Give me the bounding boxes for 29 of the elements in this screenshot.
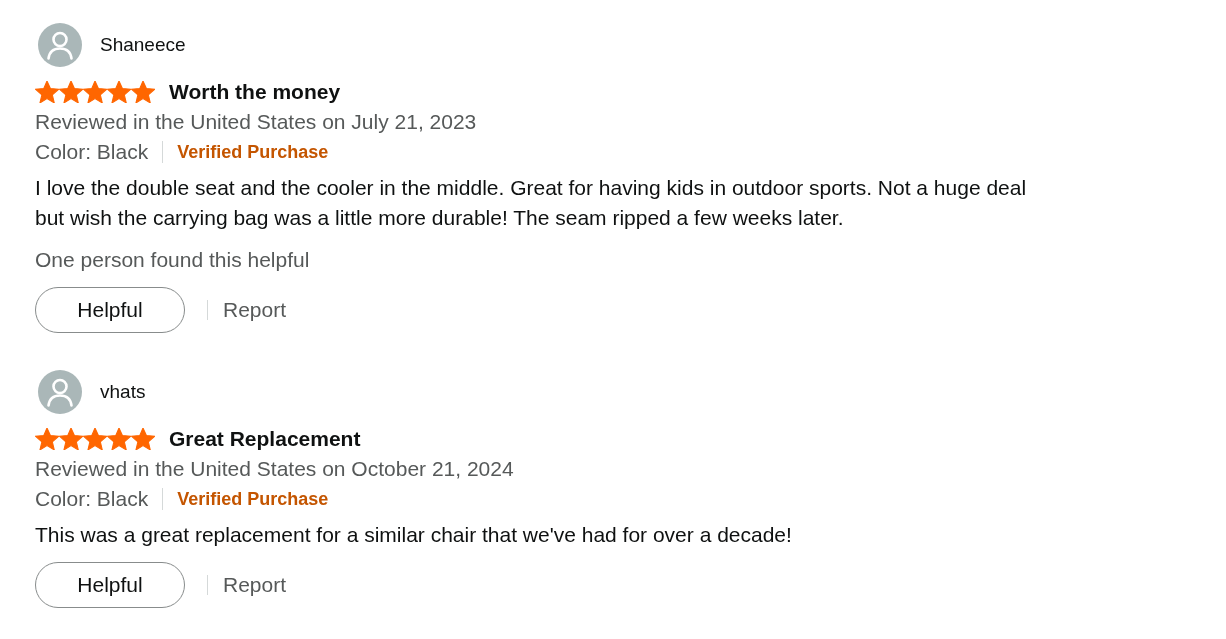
star-icon	[131, 428, 155, 450]
review-date: Reviewed in the United States on July 21, 2023	[35, 109, 478, 135]
star-icon	[131, 81, 155, 103]
star-icon	[59, 428, 83, 450]
star-icon	[35, 428, 59, 450]
star-icon	[83, 81, 107, 103]
star-icon	[35, 81, 59, 103]
verified-purchase-label: Verified Purchase	[177, 488, 329, 510]
star-icon	[107, 81, 131, 103]
star-icon	[107, 428, 131, 450]
review-text: This was a great replacement for a similar chair that we've had for over a decade!	[35, 522, 793, 548]
review-date: Reviewed in the United States on October 21, 2024	[35, 456, 515, 482]
person-avatar-icon	[38, 370, 82, 414]
product-variant: Color: Black	[35, 140, 149, 164]
person-avatar-icon	[38, 23, 82, 67]
reviewer-name: vhats	[100, 381, 146, 403]
helpful-button[interactable]: Helpful	[35, 287, 185, 333]
report-link[interactable]: Report	[223, 298, 287, 322]
verified-purchase-label: Verified Purchase	[177, 141, 329, 163]
star-icon	[83, 428, 107, 450]
star-icon	[59, 81, 83, 103]
product-variant: Color: Black	[35, 487, 149, 511]
report-link[interactable]: Report	[223, 573, 287, 597]
review-title: Worth the money	[169, 80, 341, 104]
reviewer-name: Shaneece	[100, 34, 186, 56]
review-title: Great Replacement	[169, 427, 361, 451]
helpful-button[interactable]: Helpful	[35, 562, 185, 608]
review-text: I love the double seat and the cooler in the middle. Great for having kids in outdoor sports. Not a huge deal but wish the carrying bag was a little more durable! The seam ripped a few weeks later.	[35, 175, 1028, 231]
helpful-count: One person found this helpful	[35, 247, 311, 273]
